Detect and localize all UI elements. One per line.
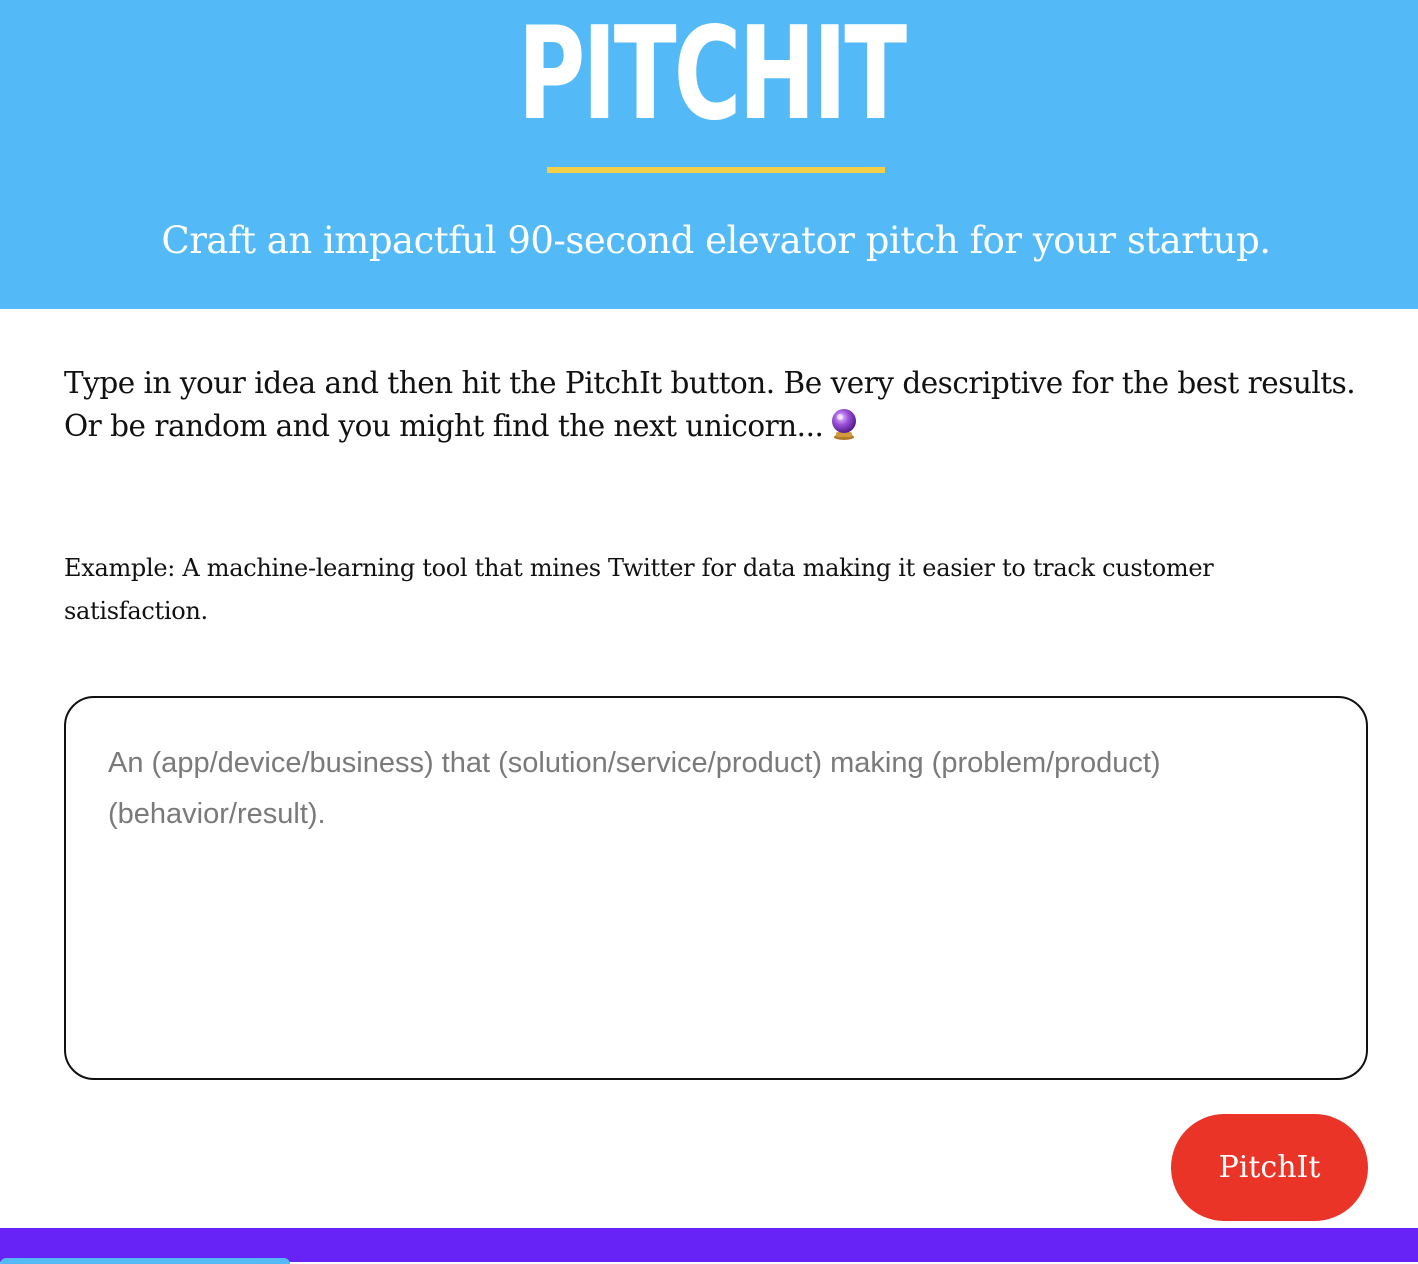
intro-paragraph: Type in your idea and then hit the Pitch… [64, 362, 1364, 452]
example-text: Example: A machine-learning tool that mi… [64, 554, 1214, 625]
idea-input[interactable] [64, 696, 1368, 1080]
intro-text: Type in your idea and then hit the Pitch… [64, 366, 1356, 443]
app-logo: PITCHIT [517, 0, 907, 149]
pitchit-button[interactable]: PitchIt [1171, 1114, 1368, 1221]
page-header: PITCHIT Craft an impactful 90-second ele… [0, 0, 1418, 309]
crystal-ball-icon [829, 408, 859, 452]
footer-accent [0, 1258, 290, 1264]
footer-bar [0, 1228, 1418, 1262]
page-tagline: Craft an impactful 90-second elevator pi… [161, 219, 1271, 262]
logo-underline [547, 167, 885, 173]
